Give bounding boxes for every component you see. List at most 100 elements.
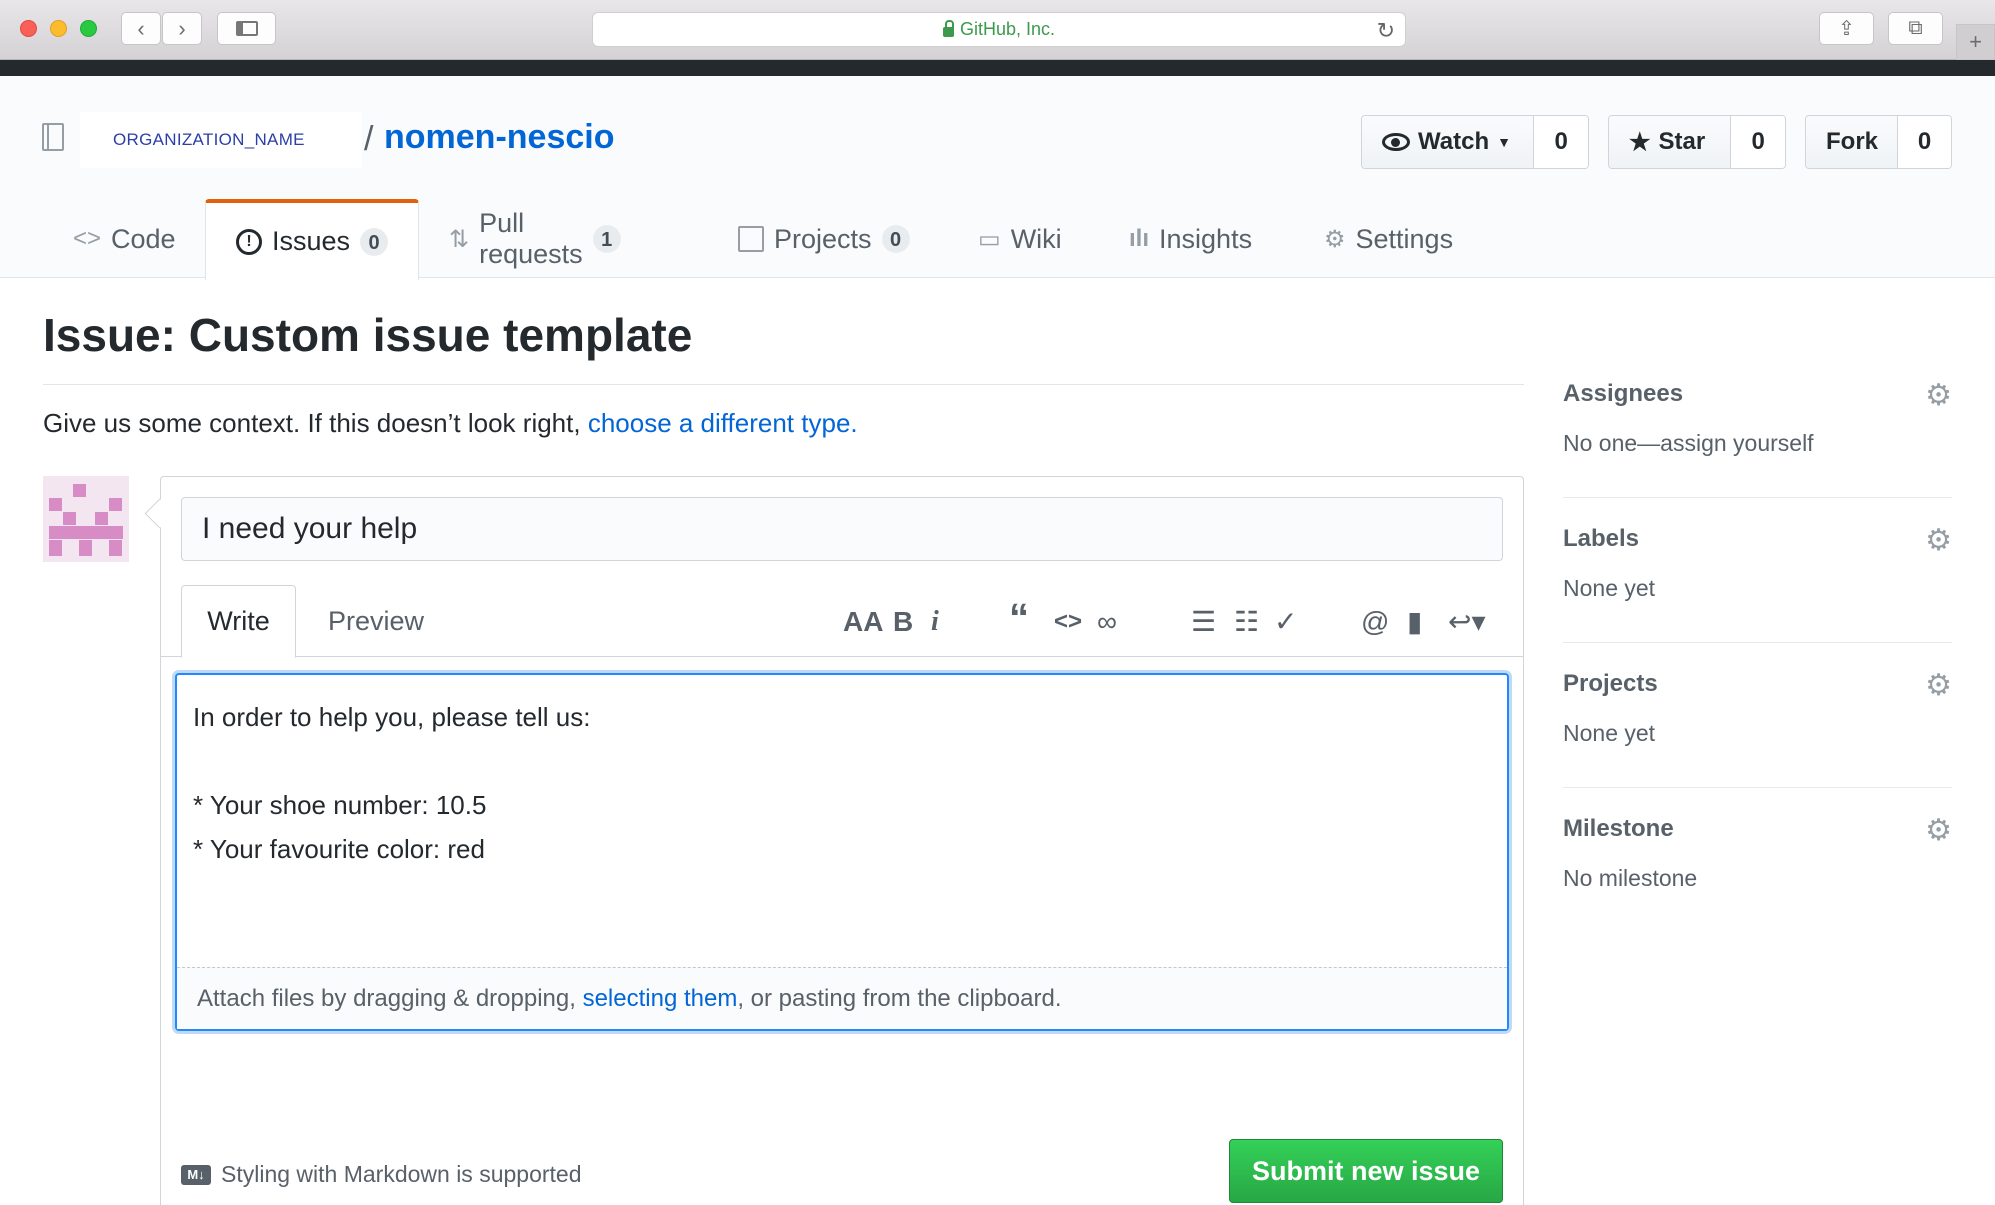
plus-icon: +	[1969, 29, 1982, 54]
code-icon[interactable]: <>	[1054, 607, 1082, 637]
submit-issue-button[interactable]: Submit new issue	[1229, 1139, 1503, 1203]
milestone-title[interactable]: Milestone	[1563, 815, 1674, 843]
back-button[interactable]: ‹	[121, 12, 161, 45]
task-list-icon[interactable]: ✓	[1274, 607, 1297, 637]
star-icon: ★	[1629, 128, 1651, 156]
reload-icon[interactable]: ↻	[1377, 18, 1395, 44]
tab-settings-label: Settings	[1355, 223, 1454, 254]
sidebar-divider	[1563, 787, 1952, 788]
repo-icon	[42, 123, 64, 151]
tab-write[interactable]: Write	[181, 585, 296, 658]
code-icon: <>	[73, 225, 102, 252]
select-files-link[interactable]: selecting them	[583, 985, 738, 1013]
fork-count[interactable]: 0	[1898, 116, 1951, 168]
assignees-title[interactable]: Assignees	[1563, 380, 1683, 408]
sidebar-milestone: Milestone ⚙ No milestone	[1563, 813, 1952, 895]
star-count[interactable]: 0	[1731, 116, 1785, 168]
project-icon	[738, 226, 764, 252]
projects-value: None yet	[1563, 720, 1656, 746]
italic-icon[interactable]: i	[931, 607, 939, 637]
labels-value: None yet	[1563, 575, 1656, 601]
markdown-note[interactable]: M↓ Styling with Markdown is supported	[181, 1161, 582, 1188]
git-pull-request-icon: ⇅	[449, 225, 470, 253]
tab-projects[interactable]: Projects 0	[738, 199, 910, 279]
org-link[interactable]: ORGANIZATION_NAME	[80, 112, 362, 168]
watch-label: Watch	[1418, 128, 1490, 155]
close-window-button[interactable]	[20, 20, 37, 37]
tab-insights-label: Insights	[1159, 223, 1253, 254]
avatar[interactable]	[43, 476, 129, 562]
tabs-icon: ⧉	[1908, 17, 1923, 39]
assignees-value[interactable]: No one—assign yourself	[1563, 430, 1814, 457]
mention-icon[interactable]: @	[1361, 607, 1389, 637]
sidebar-toggle-button[interactable]	[217, 12, 276, 45]
tab-settings[interactable]: ⚙ Settings	[1324, 199, 1453, 279]
minimize-window-button[interactable]	[50, 20, 67, 37]
milestone-value: No milestone	[1563, 865, 1698, 891]
gear-icon[interactable]: ⚙	[1925, 378, 1952, 413]
reply-icon[interactable]: ↩▾	[1448, 607, 1486, 637]
browser-toolbar: ‹ › GitHub, Inc. ↻ ⇪ ⧉ +	[0, 0, 1995, 60]
chevron-left-icon: ‹	[137, 15, 145, 41]
tab-insights[interactable]: ılı Insights	[1129, 199, 1252, 279]
fork-label: Fork	[1826, 128, 1879, 155]
forward-button[interactable]: ›	[162, 12, 202, 45]
address-bar[interactable]: GitHub, Inc. ↻	[592, 12, 1406, 47]
ordered-list-icon[interactable]: ☷	[1234, 607, 1259, 637]
bold-icon[interactable]: B	[893, 607, 913, 637]
star-button[interactable]: ★ Star	[1609, 116, 1732, 168]
tab-wiki[interactable]: ▭ Wiki	[978, 199, 1062, 279]
sidebar-assignees: Assignees ⚙ No one—assign yourself	[1563, 378, 1952, 498]
maximize-window-button[interactable]	[80, 20, 97, 37]
address-bar-text: GitHub, Inc.	[959, 19, 1056, 39]
issue-body-textarea[interactable]: In order to help you, please tell us: * …	[175, 673, 1509, 1031]
context-text: Give us some context. If this doesn’t lo…	[43, 408, 588, 438]
unordered-list-icon[interactable]: ☰	[1191, 607, 1216, 637]
watch-group: Watch ▼ 0	[1361, 115, 1589, 169]
tab-projects-label: Projects	[774, 223, 872, 254]
markdown-icon: M↓	[181, 1164, 211, 1185]
book-icon: ▭	[978, 225, 1001, 253]
issue-title-input[interactable]	[181, 497, 1503, 561]
link-icon[interactable]: ∞	[1097, 607, 1117, 637]
gear-icon[interactable]: ⚙	[1925, 813, 1952, 848]
tab-issues[interactable]: ! Issues 0	[205, 199, 420, 280]
editor-tabbar: Write Preview AA B i “ <> ∞ ☰ ☷ ✓ @ ▮ ↩▾	[161, 585, 1523, 658]
labels-title[interactable]: Labels	[1563, 525, 1639, 553]
attach-prefix: Attach files by dragging & dropping,	[197, 984, 576, 1012]
tab-pull-requests[interactable]: ⇅ Pull requests 1	[449, 199, 621, 279]
tab-code-label: Code	[111, 223, 176, 254]
tab-pull-requests-label: Pull requests	[479, 208, 583, 269]
share-icon: ⇪	[1838, 18, 1855, 40]
tab-preview[interactable]: Preview	[328, 585, 424, 658]
issue-body-text[interactable]: In order to help you, please tell us: * …	[193, 695, 590, 871]
attach-files-bar[interactable]: Attach files by dragging & dropping, sel…	[177, 967, 1507, 1029]
header-icon[interactable]: AA	[843, 607, 883, 637]
projects-counter: 0	[881, 225, 910, 253]
tab-wiki-label: Wiki	[1010, 223, 1062, 254]
tab-issues-label: Issues	[272, 226, 351, 256]
new-tab-button[interactable]: +	[1956, 24, 1995, 60]
repo-header: ORGANIZATION_NAME / nomen-nescio Watch ▼…	[0, 76, 1995, 280]
repo-name-link[interactable]: nomen-nescio	[384, 118, 614, 157]
star-group: ★ Star 0	[1608, 115, 1786, 169]
choose-type-link[interactable]: choose a different type.	[588, 408, 858, 438]
gear-icon[interactable]: ⚙	[1925, 668, 1952, 703]
bookmark-icon[interactable]: ▮	[1407, 607, 1422, 637]
graph-icon: ılı	[1129, 225, 1150, 252]
watch-count[interactable]: 0	[1534, 116, 1588, 168]
sidebar-divider	[1563, 642, 1952, 643]
eye-icon	[1382, 133, 1410, 151]
path-separator: /	[364, 120, 374, 158]
sidebar-icon	[235, 21, 258, 36]
tab-code[interactable]: <> Code	[73, 199, 176, 279]
gear-icon[interactable]: ⚙	[1925, 523, 1952, 558]
issues-counter: 0	[360, 227, 389, 256]
share-button[interactable]: ⇪	[1819, 12, 1874, 45]
tabs-overview-button[interactable]: ⧉	[1888, 12, 1943, 45]
watch-button[interactable]: Watch ▼	[1362, 116, 1535, 168]
fork-button[interactable]: Fork	[1806, 116, 1898, 168]
sidebar-labels: Labels ⚙ None yet	[1563, 523, 1952, 643]
projects-title[interactable]: Projects	[1563, 670, 1658, 698]
quote-icon[interactable]: “	[1009, 598, 1029, 638]
